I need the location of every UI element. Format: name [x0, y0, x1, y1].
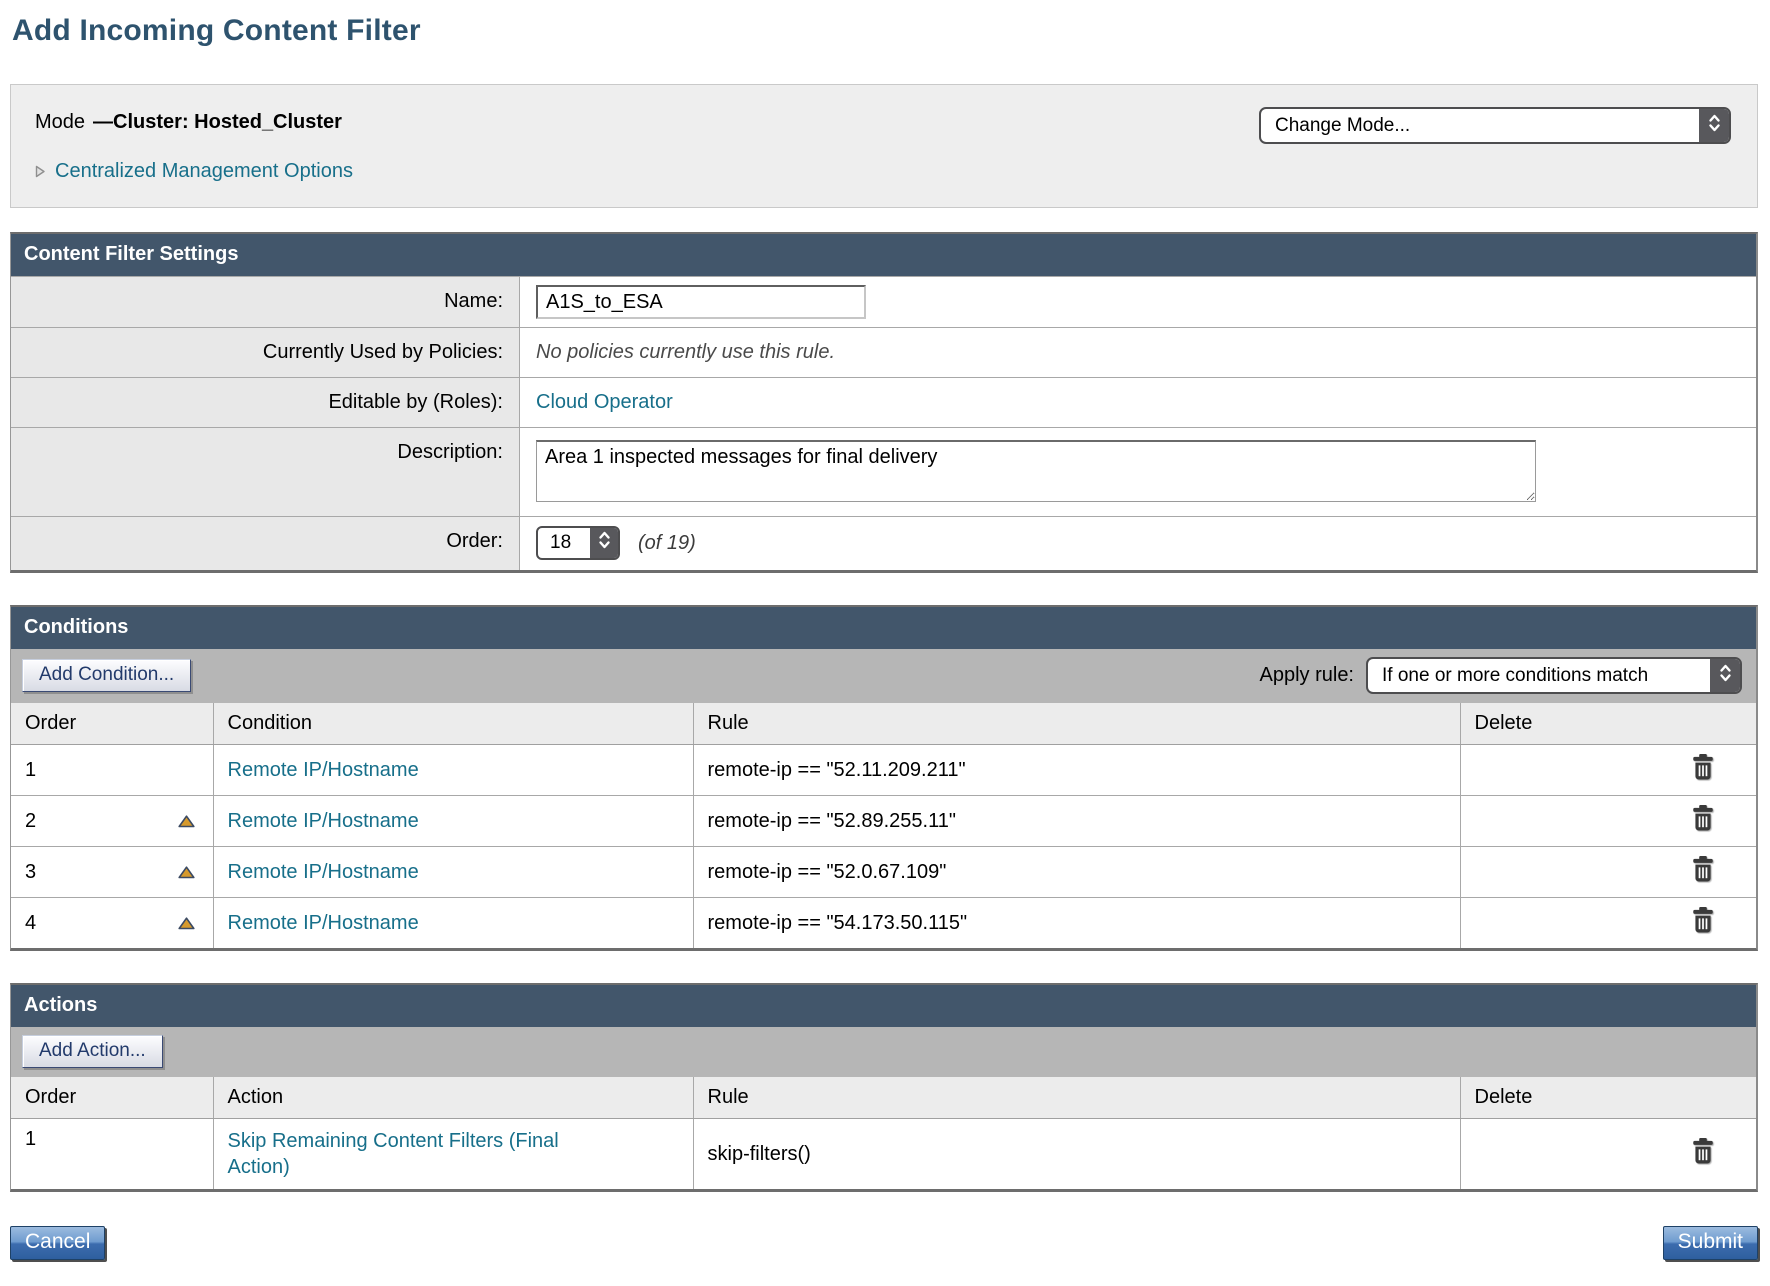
condition-link[interactable]: Remote IP/Hostname: [228, 810, 419, 832]
editable-roles-link[interactable]: Cloud Operator: [536, 391, 673, 414]
condition-rule-text: remote-ip == "52.89.255.11": [708, 810, 956, 832]
column-header-rule: Rule: [693, 1077, 1460, 1119]
trash-icon: [1692, 907, 1714, 933]
footer-button-row: Cancel Submit: [10, 1226, 1758, 1260]
column-header-order: Order: [11, 703, 213, 745]
delete-condition-button[interactable]: [1692, 907, 1714, 933]
add-condition-button[interactable]: Add Condition...: [22, 659, 191, 692]
conditions-panel: Conditions Add Condition... Apply rule: …: [10, 605, 1758, 951]
trash-icon: [1692, 754, 1714, 780]
move-up-button[interactable]: [178, 815, 195, 828]
settings-row-order: Order: 18 (of 19): [11, 516, 1756, 570]
actions-header-row: Order Action Rule Delete: [11, 1077, 1756, 1119]
settings-row-roles: Editable by (Roles): Cloud Operator: [11, 377, 1756, 427]
actions-panel: Actions Add Action... Order Action Rule …: [10, 983, 1758, 1192]
action-order-number: 1: [25, 1128, 36, 1150]
order-label: Order:: [11, 517, 519, 570]
policies-label: Currently Used by Policies:: [11, 328, 519, 377]
cancel-button[interactable]: Cancel: [10, 1226, 105, 1260]
description-textarea[interactable]: Area 1 inspected messages for final deli…: [536, 440, 1536, 502]
action-link[interactable]: Skip Remaining Content Filters (Final Ac…: [228, 1128, 588, 1180]
move-up-button[interactable]: [178, 866, 195, 879]
mode-box: Mode —Cluster: Hosted_Cluster Change Mode…: [10, 84, 1758, 208]
column-header-order: Order: [11, 1077, 213, 1119]
policies-value: No policies currently use this rule.: [536, 341, 835, 364]
column-header-condition: Condition: [213, 703, 693, 745]
name-input[interactable]: [536, 285, 866, 319]
condition-table-row: 3 Remote IP/Hostname remote-ip == "52.0.…: [11, 847, 1756, 898]
condition-table-row: 2 Remote IP/Hostname remote-ip == "52.89…: [11, 796, 1756, 847]
condition-table-row: 1 Remote IP/Hostname remote-ip == "52.11…: [11, 745, 1756, 796]
up-down-chevrons-icon: [1719, 663, 1732, 683]
conditions-toolbar: Add Condition... Apply rule: If one or m…: [11, 649, 1756, 703]
condition-order-number: 3: [25, 861, 36, 884]
actions-table: Order Action Rule Delete 1 Skip Remainin…: [11, 1077, 1756, 1189]
triangle-up-icon: [178, 866, 195, 879]
triangle-right-icon: [35, 165, 46, 178]
action-rule-text: skip-filters(): [708, 1143, 811, 1165]
delete-condition-button[interactable]: [1692, 754, 1714, 780]
trash-icon: [1692, 1138, 1714, 1164]
settings-row-policies: Currently Used by Policies: No policies …: [11, 327, 1756, 377]
conditions-header-row: Order Condition Rule Delete: [11, 703, 1756, 745]
condition-link[interactable]: Remote IP/Hostname: [228, 912, 419, 934]
mode-value: —Cluster: Hosted_Cluster: [93, 111, 342, 133]
centralized-management-options-link[interactable]: Centralized Management Options: [55, 160, 353, 183]
condition-link[interactable]: Remote IP/Hostname: [228, 861, 419, 883]
triangle-up-icon: [178, 917, 195, 930]
condition-table-row: 4 Remote IP/Hostname remote-ip == "54.17…: [11, 898, 1756, 949]
name-label: Name:: [11, 277, 519, 327]
settings-row-name: Name:: [11, 276, 1756, 327]
settings-row-description: Description: Area 1 inspected messages f…: [11, 427, 1756, 516]
change-mode-select[interactable]: Change Mode...: [1259, 107, 1731, 144]
action-table-row: 1 Skip Remaining Content Filters (Final …: [11, 1119, 1756, 1190]
mode-label: Mode: [35, 111, 85, 133]
condition-order-number: 1: [25, 759, 36, 782]
column-header-delete: Delete: [1460, 703, 1756, 745]
page: Add Incoming Content Filter Mode —Cluster…: [0, 0, 1770, 1284]
submit-button[interactable]: Submit: [1663, 1226, 1758, 1260]
up-down-chevrons-icon: [1708, 113, 1721, 133]
column-header-rule: Rule: [693, 703, 1460, 745]
conditions-table: Order Condition Rule Delete 1 Remote IP/…: [11, 703, 1756, 948]
add-action-button[interactable]: Add Action...: [22, 1035, 163, 1068]
trash-icon: [1692, 805, 1714, 831]
condition-rule-text: remote-ip == "52.11.209.211": [708, 759, 966, 781]
apply-rule-selected-value: If one or more conditions match: [1368, 659, 1710, 692]
condition-rule-text: remote-ip == "54.173.50.115": [708, 912, 968, 934]
condition-order-number: 2: [25, 810, 36, 833]
order-select[interactable]: 18: [536, 526, 620, 560]
settings-panel-header: Content Filter Settings: [11, 234, 1756, 276]
order-selected-value: 18: [538, 528, 590, 558]
apply-rule-label: Apply rule:: [1260, 664, 1355, 687]
apply-rule-select[interactable]: If one or more conditions match: [1366, 657, 1742, 694]
delete-action-button[interactable]: [1692, 1138, 1714, 1164]
column-header-delete: Delete: [1460, 1077, 1756, 1119]
actions-toolbar: Add Action...: [11, 1027, 1756, 1077]
change-mode-selected-value: Change Mode...: [1261, 109, 1699, 142]
up-down-chevrons-icon: [598, 530, 611, 550]
conditions-panel-header: Conditions: [11, 607, 1756, 649]
select-stepper: [1699, 109, 1729, 142]
content-filter-settings-panel: Content Filter Settings Name: Currently …: [10, 232, 1758, 573]
page-title: Add Incoming Content Filter: [12, 14, 1758, 48]
trash-icon: [1692, 856, 1714, 882]
condition-link[interactable]: Remote IP/Hostname: [228, 759, 419, 781]
delete-condition-button[interactable]: [1692, 856, 1714, 882]
triangle-up-icon: [178, 815, 195, 828]
delete-condition-button[interactable]: [1692, 805, 1714, 831]
select-stepper: [590, 528, 618, 558]
actions-panel-header: Actions: [11, 985, 1756, 1027]
condition-order-number: 4: [25, 912, 36, 935]
roles-label: Editable by (Roles):: [11, 378, 519, 427]
column-header-action: Action: [213, 1077, 693, 1119]
select-stepper: [1710, 659, 1740, 692]
description-label: Description:: [11, 428, 519, 516]
order-of-total: (of 19): [638, 532, 696, 555]
condition-rule-text: remote-ip == "52.0.67.109": [708, 861, 947, 883]
move-up-button[interactable]: [178, 917, 195, 930]
